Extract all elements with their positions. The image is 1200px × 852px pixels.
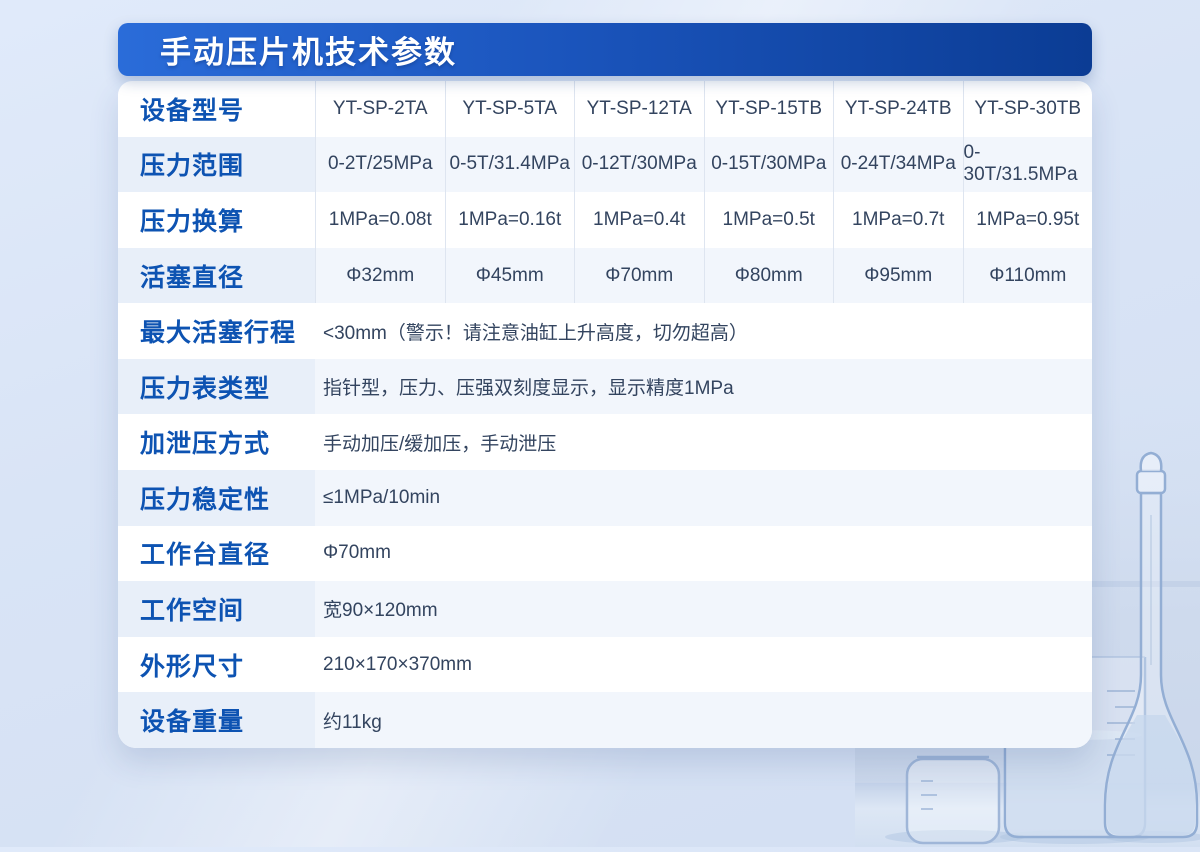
spec-value-cell: Φ45mm	[444, 247, 574, 304]
table-row-dimensions: 外形尺寸 210×170×370mm	[118, 637, 1092, 693]
spec-value-cell: YT-SP-2TA	[315, 81, 445, 137]
spec-value-full: 210×170×370mm	[323, 653, 472, 675]
row-label: 工作台直径	[140, 541, 271, 570]
spec-value-cell: Φ80mm	[703, 247, 833, 304]
spec-value-cell: 1MPa=0.7t	[833, 192, 963, 248]
table-row-gauge-type: 压力表类型 指针型，压力、压强双刻度显示，显示精度1MPa	[118, 358, 1092, 415]
page-title: 手动压片机技术参数	[160, 35, 457, 70]
row-label: 设备型号	[140, 96, 245, 125]
spec-value-full: Φ70mm	[323, 542, 391, 564]
row-label: 压力稳定性	[118, 470, 315, 526]
spec-value-cell: 1MPa=0.4t	[574, 192, 704, 248]
table-row-weight: 设备重量 约11kg	[118, 692, 1092, 748]
spec-value-cell: 1MPa=0.95t	[962, 192, 1093, 248]
title-bar: 手动压片机技术参数	[118, 23, 1092, 76]
table-row-piston-diameter: 活塞直径 Φ32mm Φ45mm Φ70mm Φ80mm Φ95mm Φ110m…	[118, 247, 1092, 304]
spec-value-full: 手动加压/缓加压，手动泄压	[323, 433, 557, 455]
row-label: 压力表类型	[118, 358, 315, 415]
spec-value-cell: Φ32mm	[315, 247, 445, 304]
spec-value-cell: 0-12T/30MPa	[574, 136, 704, 193]
row-label: 活塞直径	[118, 247, 315, 304]
spec-value-cell: 1MPa=0.5t	[703, 192, 834, 248]
row-label: 加泄压方式	[140, 430, 271, 459]
spec-value-cell: Φ110mm	[962, 247, 1092, 304]
spec-value-cell: Φ70mm	[574, 247, 704, 304]
spec-value-full: 指针型，压力、压强双刻度显示，显示精度1MPa	[315, 358, 1092, 415]
spec-value-full: 约11kg	[315, 692, 1092, 748]
spec-value-cell: YT-SP-24TB	[833, 81, 963, 137]
spec-value-cell: 0-15T/30MPa	[703, 136, 833, 193]
table-row-working-space: 工作空间 宽90×120mm	[118, 581, 1092, 637]
spec-value-cell: 1MPa=0.08t	[315, 192, 445, 248]
table-row-model: 设备型号 YT-SP-2TA YT-SP-5TA YT-SP-12TA YT-S…	[118, 81, 1092, 137]
row-label: 设备重量	[118, 692, 315, 748]
table-row-pressure-stability: 压力稳定性 ≤1MPa/10min	[118, 470, 1092, 526]
row-label: 压力换算	[140, 207, 245, 236]
table-row-pressurize-method: 加泄压方式 手动加压/缓加压，手动泄压	[118, 414, 1092, 470]
table-row-worktable-diameter: 工作台直径 Φ70mm	[118, 526, 1092, 582]
row-label: 最大活塞行程	[140, 319, 297, 348]
spec-value-full: ≤1MPa/10min	[315, 470, 1092, 526]
spec-sheet-page: 手动压片机技术参数 设备型号 YT-SP-2TA YT-SP-5TA YT-SP…	[0, 0, 1200, 847]
spec-value-cell: YT-SP-30TB	[962, 81, 1093, 137]
bottle-image	[905, 755, 1001, 845]
row-label: 外形尺寸	[140, 652, 245, 681]
spec-value-cell: 0-2T/25MPa	[315, 136, 445, 193]
spec-value-full: <30mm（警示！请注意油缸上升高度，切勿超高）	[323, 322, 748, 344]
spec-value-cell: YT-SP-5TA	[444, 81, 575, 137]
row-label: 工作空间	[118, 581, 315, 637]
row-label: 压力范围	[118, 136, 315, 193]
table-row-pressure-range: 压力范围 0-2T/25MPa 0-5T/31.4MPa 0-12T/30MPa…	[118, 136, 1092, 193]
spec-value-cell: YT-SP-12TA	[574, 81, 704, 137]
spec-value-cell: 0-24T/34MPa	[833, 136, 963, 193]
spec-value-cell: Φ95mm	[833, 247, 963, 304]
spec-table-card: 设备型号 YT-SP-2TA YT-SP-5TA YT-SP-12TA YT-S…	[118, 81, 1092, 748]
spec-value-cell: 0-5T/31.4MPa	[444, 136, 574, 193]
spec-value-cell: YT-SP-15TB	[703, 81, 834, 137]
table-row-max-stroke: 最大活塞行程 <30mm（警示！请注意油缸上升高度，切勿超高）	[118, 303, 1092, 359]
spec-value-full: 宽90×120mm	[315, 581, 1092, 637]
table-row-pressure-conversion: 压力换算 1MPa=0.08t 1MPa=0.16t 1MPa=0.4t 1MP…	[118, 192, 1092, 248]
spec-value-cell: 0-30T/31.5MPa	[962, 136, 1092, 193]
spec-value-cell: 1MPa=0.16t	[444, 192, 575, 248]
